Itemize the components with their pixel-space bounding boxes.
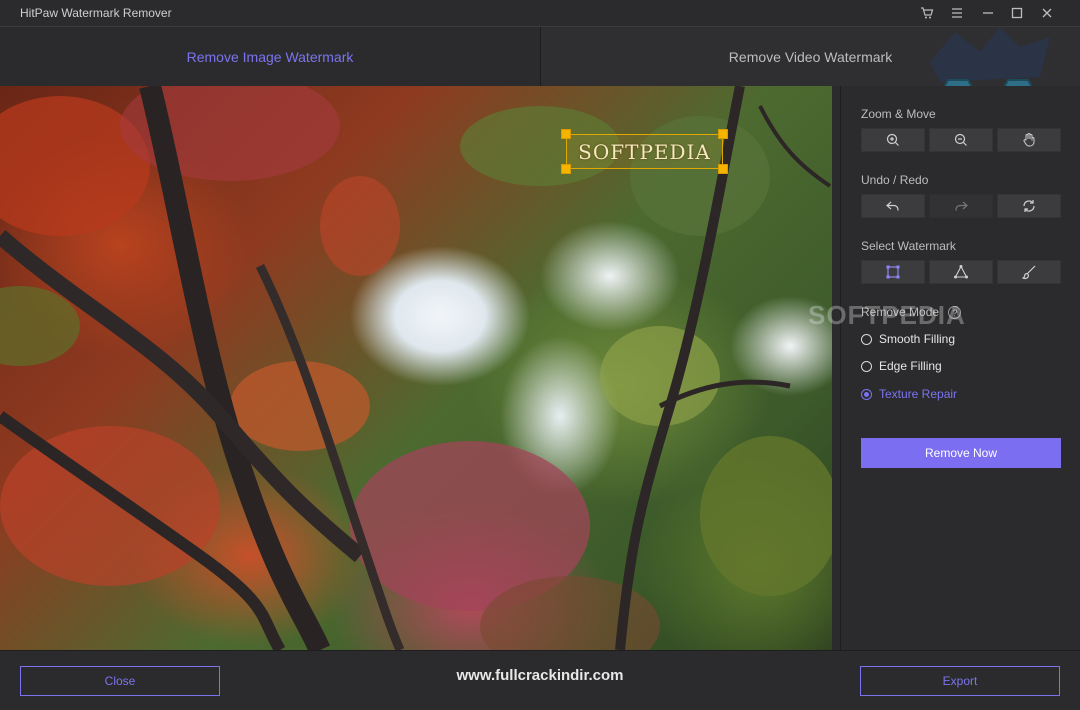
zoom-move-label: Zoom & Move bbox=[861, 107, 936, 121]
tab-remove-image-watermark[interactable]: Remove Image Watermark bbox=[0, 27, 540, 86]
remove-mode-label: Remove Mode bbox=[861, 305, 940, 319]
hand-move-button[interactable] bbox=[997, 128, 1061, 152]
zoom-out-button[interactable] bbox=[929, 128, 993, 152]
minimize-icon[interactable] bbox=[979, 4, 997, 22]
cart-icon[interactable] bbox=[918, 4, 936, 22]
select-watermark-label: Select Watermark bbox=[861, 239, 956, 253]
zoom-move-buttons bbox=[861, 128, 1061, 152]
resize-handle-bottom-left[interactable] bbox=[561, 164, 571, 174]
resize-handle-top-left[interactable] bbox=[561, 129, 571, 139]
polygon-select-icon bbox=[954, 265, 968, 279]
radio-edge-filling[interactable]: Edge Filling bbox=[861, 359, 942, 373]
hand-icon bbox=[1023, 133, 1035, 147]
remove-mode-label-row: Remove Mode ? bbox=[861, 305, 962, 320]
close-icon[interactable] bbox=[1038, 4, 1056, 22]
title-bar: HitPaw Watermark Remover bbox=[0, 0, 1080, 26]
polygon-select-button[interactable] bbox=[929, 260, 993, 284]
window-title: HitPaw Watermark Remover bbox=[20, 6, 172, 20]
undo-redo-buttons bbox=[861, 194, 1061, 218]
radio-button[interactable] bbox=[861, 333, 872, 345]
radio-label: Texture Repair bbox=[879, 387, 958, 401]
watermark-selection-box[interactable]: SOFTPEDIA bbox=[566, 134, 723, 169]
mode-tabs: Remove Image Watermark Remove Video Wate… bbox=[0, 26, 1080, 86]
tab-remove-video-watermark[interactable]: Remove Video Watermark bbox=[540, 27, 1080, 86]
resize-handle-bottom-right[interactable] bbox=[718, 164, 728, 174]
select-watermark-buttons bbox=[861, 260, 1061, 284]
zoom-in-button[interactable] bbox=[861, 128, 925, 152]
undo-redo-label: Undo / Redo bbox=[861, 173, 929, 187]
zoom-in-icon bbox=[886, 133, 899, 146]
export-button[interactable]: Export bbox=[860, 666, 1060, 696]
image-canvas[interactable]: SOFTPEDIA bbox=[0, 86, 832, 650]
radio-button[interactable] bbox=[861, 360, 872, 372]
brush-icon bbox=[1022, 265, 1036, 280]
radio-label: Edge Filling bbox=[879, 359, 942, 373]
redo-button[interactable] bbox=[929, 194, 993, 218]
reset-button[interactable] bbox=[997, 194, 1061, 218]
menu-icon[interactable] bbox=[948, 4, 966, 22]
undo-button[interactable] bbox=[861, 194, 925, 218]
resize-handle-top-right[interactable] bbox=[718, 129, 728, 139]
watermark-text: SOFTPEDIA bbox=[578, 139, 711, 164]
rectangle-select-icon bbox=[886, 265, 900, 279]
zoom-out-icon bbox=[954, 133, 967, 146]
tool-panel: Zoom & Move Undo / Redo Select Watermark bbox=[840, 86, 1080, 650]
radio-button-selected[interactable] bbox=[861, 388, 872, 400]
undo-icon bbox=[886, 201, 899, 211]
radio-label: Smooth Filling bbox=[879, 332, 956, 346]
photo-illustration bbox=[0, 86, 832, 650]
radio-smooth-filling[interactable]: Smooth Filling bbox=[861, 332, 955, 346]
maximize-icon[interactable] bbox=[1008, 4, 1026, 22]
remove-now-button[interactable]: Remove Now bbox=[861, 438, 1061, 468]
brush-button[interactable] bbox=[997, 260, 1061, 284]
rectangle-select-button[interactable] bbox=[861, 260, 925, 284]
footer-bar: Close www.fullcrackindir.com Export bbox=[0, 650, 1080, 710]
reset-icon bbox=[1023, 200, 1035, 212]
radio-texture-repair[interactable]: Texture Repair bbox=[861, 387, 957, 401]
help-icon[interactable]: ? bbox=[948, 306, 962, 320]
redo-icon bbox=[955, 201, 968, 211]
